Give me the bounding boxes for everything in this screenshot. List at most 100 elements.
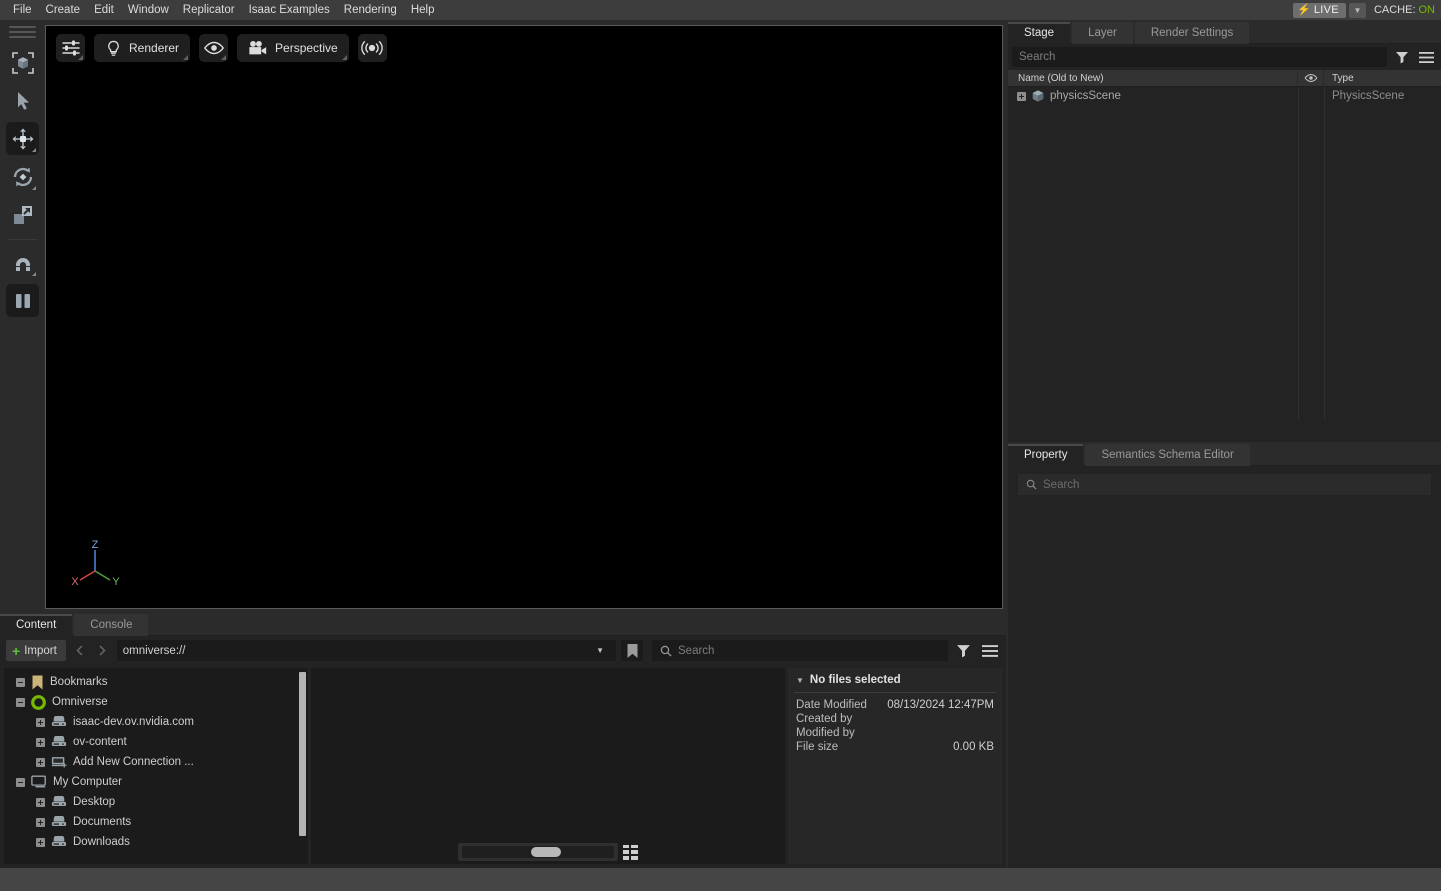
thumbnail-size-slider[interactable] — [458, 843, 618, 861]
stage-row-physicsscene[interactable]: physicsScene PhysicsScene — [1008, 87, 1441, 105]
stage-row-name-cell: physicsScene — [1008, 89, 1298, 103]
property-search-field[interactable] — [1018, 474, 1431, 495]
tab-layer[interactable]: Layer — [1072, 22, 1133, 44]
path-bar[interactable]: ▼ — [117, 640, 616, 661]
drive-icon — [51, 816, 67, 829]
tree-item-label: Downloads — [73, 836, 130, 848]
file-grid-footer — [311, 843, 785, 861]
stage-column-separator — [1324, 87, 1325, 420]
expand-toggle-icon[interactable] — [36, 738, 45, 747]
move-tool[interactable] — [6, 122, 39, 155]
menu-edit[interactable]: Edit — [87, 0, 121, 20]
tab-content[interactable]: Content — [0, 614, 72, 636]
viewport-3d-canvas[interactable]: Renderer — [45, 25, 1003, 609]
column-header-visibility[interactable] — [1298, 70, 1324, 87]
select-arrow-tool[interactable] — [6, 84, 39, 117]
menu-rendering[interactable]: Rendering — [337, 0, 404, 20]
server-icon — [51, 716, 67, 729]
button-options-corner-icon — [342, 55, 347, 60]
slider-handle[interactable] — [531, 847, 561, 857]
expand-toggle-icon[interactable] — [36, 818, 45, 827]
content-search-field[interactable] — [652, 640, 948, 661]
live-toggle-button[interactable]: ⚡ LIVE — [1293, 3, 1346, 18]
expand-toggle-icon[interactable] — [36, 798, 45, 807]
chevron-down-icon[interactable]: ▼ — [590, 646, 610, 655]
content-options-button[interactable] — [979, 641, 1000, 661]
select-box-tool[interactable] — [6, 46, 39, 79]
tree-item-bookmarks[interactable]: Bookmarks — [4, 672, 308, 692]
path-input[interactable] — [123, 645, 590, 657]
tree-item-omniverse[interactable]: Omniverse — [4, 692, 308, 712]
camera-perspective-button[interactable]: Perspective — [237, 34, 349, 62]
eye-icon — [203, 40, 225, 56]
scale-tool[interactable] — [6, 198, 39, 231]
property-search-input[interactable] — [1043, 479, 1423, 491]
lightbulb-icon — [105, 40, 122, 57]
viewport-settings-button[interactable] — [56, 34, 85, 62]
column-header-type[interactable]: Type — [1324, 73, 1441, 84]
content-toolbar: + Import ▼ — [0, 636, 1006, 665]
tree-item-isaac-dev[interactable]: isaac-dev.ov.nvidia.com — [4, 712, 308, 732]
expand-toggle-icon[interactable] — [36, 838, 45, 847]
rotate-tool[interactable] — [6, 160, 39, 193]
expand-toggle-icon[interactable] — [36, 718, 45, 727]
content-filter-button[interactable] — [953, 641, 974, 661]
tool-options-corner-icon — [32, 148, 36, 152]
menu-help[interactable]: Help — [404, 0, 442, 20]
content-tree-pane[interactable]: Bookmarks Omniverse — [4, 668, 308, 864]
column-header-name[interactable]: Name (Old to New) — [1008, 73, 1298, 84]
tree-item-add-new-connection[interactable]: Add New Connection ... — [4, 752, 308, 772]
tab-console[interactable]: Console — [74, 614, 148, 636]
tree-item-documents[interactable]: Documents — [4, 812, 308, 832]
motion-capture-icon — [361, 39, 383, 57]
chevron-right-icon — [98, 645, 107, 656]
expand-toggle-icon[interactable] — [1017, 92, 1026, 101]
content-search-input[interactable] — [678, 645, 940, 657]
tree-scrollbar[interactable] — [299, 672, 306, 836]
tree-item-ov-content[interactable]: ov-content — [4, 732, 308, 752]
button-options-corner-icon — [78, 55, 83, 60]
omniverse-ring-icon — [31, 695, 46, 710]
tab-stage[interactable]: Stage — [1008, 22, 1070, 44]
collapse-toggle-icon[interactable] — [16, 698, 25, 707]
stage-options-button[interactable] — [1416, 47, 1437, 67]
file-details-header[interactable]: ▼ No files selected — [788, 674, 1002, 692]
motion-capture-button[interactable] — [358, 34, 387, 62]
collapse-toggle-icon[interactable] — [16, 778, 25, 787]
collapse-toggle-icon[interactable] — [16, 678, 25, 687]
tree-item-label: Add New Connection ... — [73, 756, 194, 768]
tree-item-my-computer[interactable]: My Computer — [4, 772, 308, 792]
detail-key: Modified by — [796, 726, 855, 740]
file-grid-pane[interactable] — [311, 668, 785, 864]
viewport-visibility-button[interactable] — [199, 34, 228, 62]
stage-search-input[interactable] — [1012, 47, 1387, 67]
menu-file[interactable]: File — [6, 0, 39, 20]
tab-property[interactable]: Property — [1008, 444, 1083, 466]
menu-create[interactable]: Create — [39, 0, 88, 20]
tree-item-desktop[interactable]: Desktop — [4, 792, 308, 812]
live-dropdown-button[interactable]: ▼ — [1349, 3, 1366, 18]
pause-tool[interactable] — [6, 284, 39, 317]
menu-isaac-examples[interactable]: Isaac Examples — [242, 0, 337, 20]
tab-render-settings[interactable]: Render Settings — [1135, 22, 1249, 44]
nav-back-button[interactable] — [71, 640, 89, 661]
menu-replicator[interactable]: Replicator — [176, 0, 242, 20]
tab-semantics-schema-editor[interactable]: Semantics Schema Editor — [1085, 444, 1249, 466]
expand-toggle-icon[interactable] — [36, 758, 45, 767]
tree-item-label: ov-content — [73, 736, 127, 748]
detail-key: Created by — [796, 712, 852, 726]
import-button[interactable]: + Import — [6, 640, 66, 661]
menu-window[interactable]: Window — [121, 0, 176, 20]
stage-body: Name (Old to New) Type — [1008, 44, 1441, 442]
renderer-button[interactable]: Renderer — [94, 34, 190, 62]
nav-forward-button[interactable] — [94, 640, 112, 661]
grid-view-icon[interactable] — [622, 844, 639, 861]
bookmark-button[interactable] — [621, 640, 643, 661]
live-label: LIVE — [1314, 4, 1339, 16]
toolbar-drag-handle[interactable] — [9, 26, 36, 39]
tree-item-label: Documents — [73, 816, 131, 828]
stage-column-headers: Name (Old to New) Type — [1008, 70, 1441, 87]
tree-item-downloads[interactable]: Downloads — [4, 832, 308, 852]
snap-magnet-tool[interactable] — [6, 246, 39, 279]
stage-filter-button[interactable] — [1391, 47, 1412, 67]
